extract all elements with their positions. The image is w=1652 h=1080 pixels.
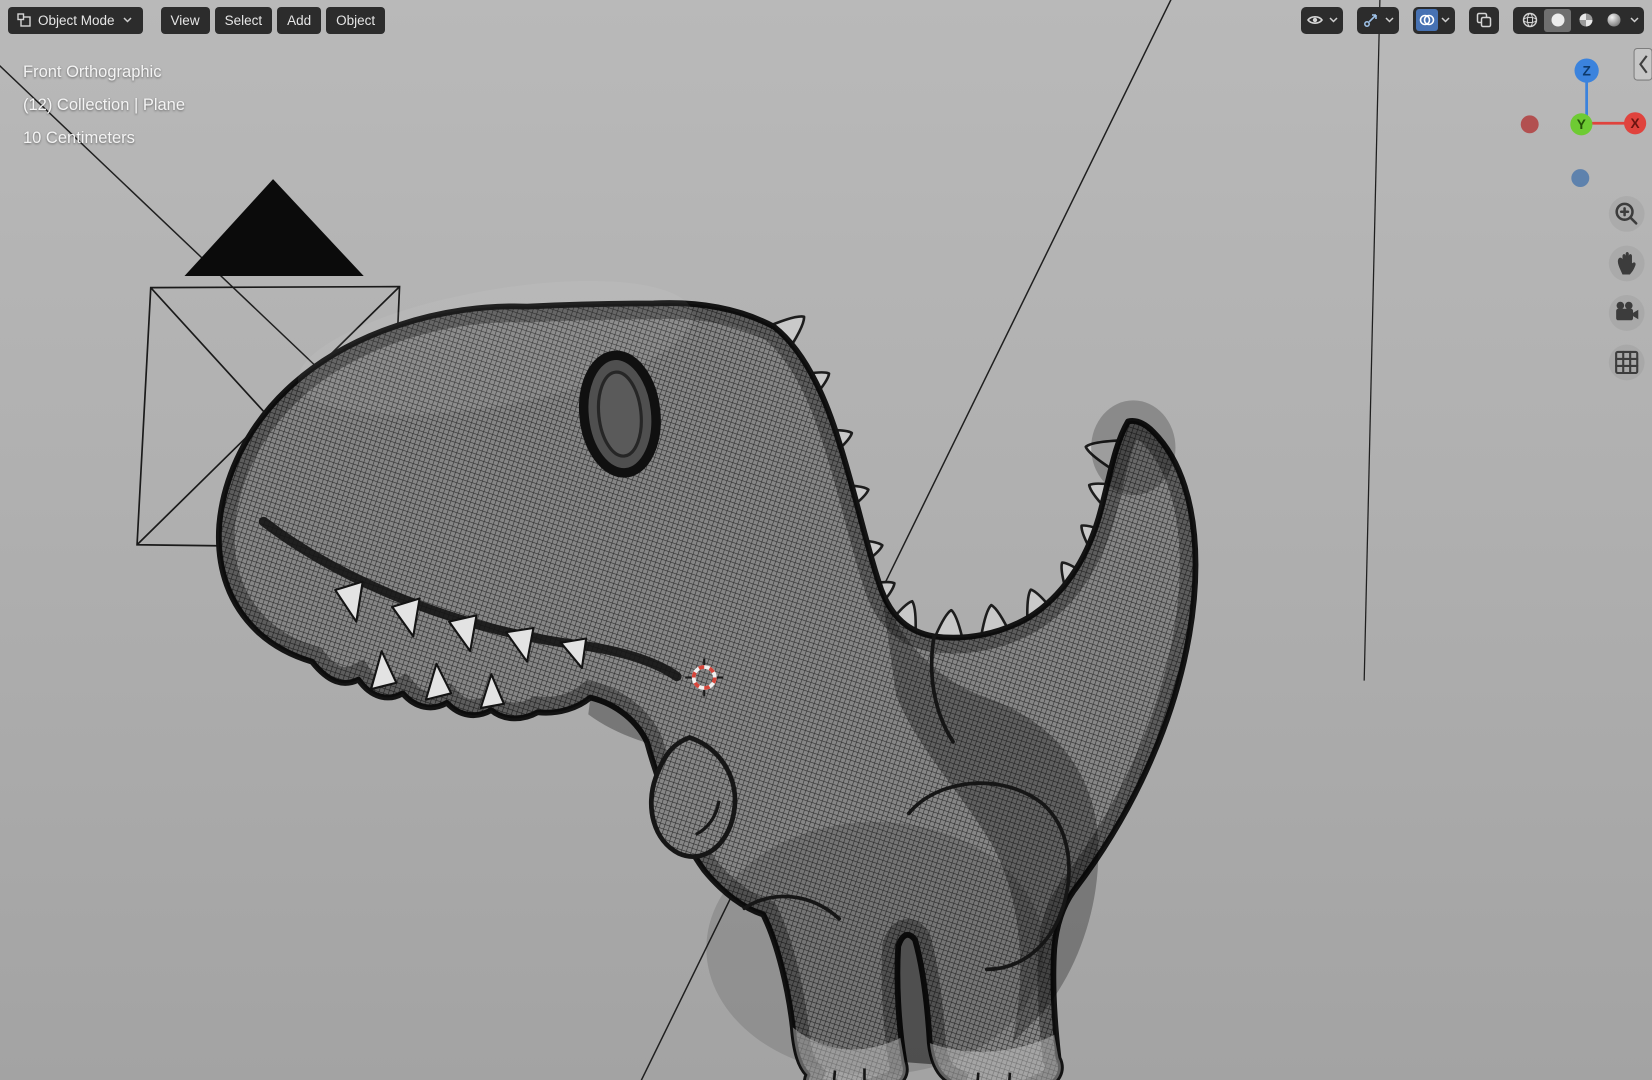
shading-solid-icon	[1549, 11, 1567, 29]
overlays-dropdown[interactable]	[1413, 6, 1455, 34]
overlays-icon	[1416, 9, 1438, 31]
menu-view[interactable]: View	[160, 6, 210, 34]
mode-selector-label: Object Mode	[38, 12, 115, 28]
view-name-label: Front Orthographic	[23, 63, 162, 81]
visibility-icon	[1304, 9, 1326, 31]
collection-breadcrumb: (12) Collection | Plane	[23, 96, 186, 114]
chevron-down-icon[interactable]	[1439, 17, 1452, 23]
shading-mode-group	[1513, 6, 1644, 34]
sidebar-toggle[interactable]	[1633, 47, 1652, 81]
mode-selector[interactable]: Object Mode	[8, 6, 143, 34]
chevron-down-icon[interactable]	[1327, 17, 1340, 23]
camera-view-button[interactable]	[1608, 295, 1645, 331]
axis-x-negative-handle[interactable]	[1520, 115, 1539, 134]
viewport-text-overlay: Front Orthographic (12) Collection | Pla…	[23, 56, 185, 155]
xray-icon	[1475, 11, 1493, 29]
viewport-header: Object Mode View Select Add Object	[0, 0, 1652, 40]
chevron-down-icon[interactable]	[1383, 17, 1396, 23]
axis-z-label: Z	[1582, 63, 1590, 78]
shading-material-icon	[1577, 11, 1595, 29]
axis-z-negative-handle[interactable]	[1571, 169, 1590, 188]
xray-toggle-button[interactable]	[1469, 6, 1499, 34]
object-mode-icon	[17, 12, 32, 28]
3d-viewport[interactable]: Z Y X Object Mode View Select Add Object…	[0, 0, 1652, 1080]
menu-object[interactable]: Object	[326, 6, 386, 34]
gizmos-dropdown[interactable]	[1357, 6, 1399, 34]
projection-toggle-button[interactable]	[1608, 344, 1645, 381]
axis-y-label: Y	[1577, 117, 1586, 132]
scene-canvas: Z Y X	[0, 0, 1652, 1080]
shading-solid-button[interactable]	[1544, 8, 1571, 32]
shading-wireframe-icon	[1521, 11, 1539, 29]
shading-rendered-icon	[1605, 11, 1623, 29]
shading-rendered-button[interactable]	[1600, 9, 1627, 32]
chevron-down-icon	[121, 17, 134, 23]
menu-bar: View Select Add Object	[160, 6, 386, 34]
visibility-dropdown[interactable]	[1301, 6, 1343, 34]
shading-material-button[interactable]	[1572, 9, 1599, 32]
shading-wireframe-button[interactable]	[1516, 9, 1543, 32]
grid-scale-label: 10 Centimeters	[23, 129, 135, 147]
shading-dropdown[interactable]	[1628, 17, 1641, 23]
zoom-button[interactable]	[1608, 195, 1645, 232]
menu-select[interactable]: Select	[214, 6, 273, 34]
pan-button[interactable]	[1608, 245, 1645, 282]
menu-add[interactable]: Add	[277, 6, 322, 34]
axis-x-label: X	[1631, 116, 1641, 131]
gizmo-icon	[1360, 9, 1382, 31]
